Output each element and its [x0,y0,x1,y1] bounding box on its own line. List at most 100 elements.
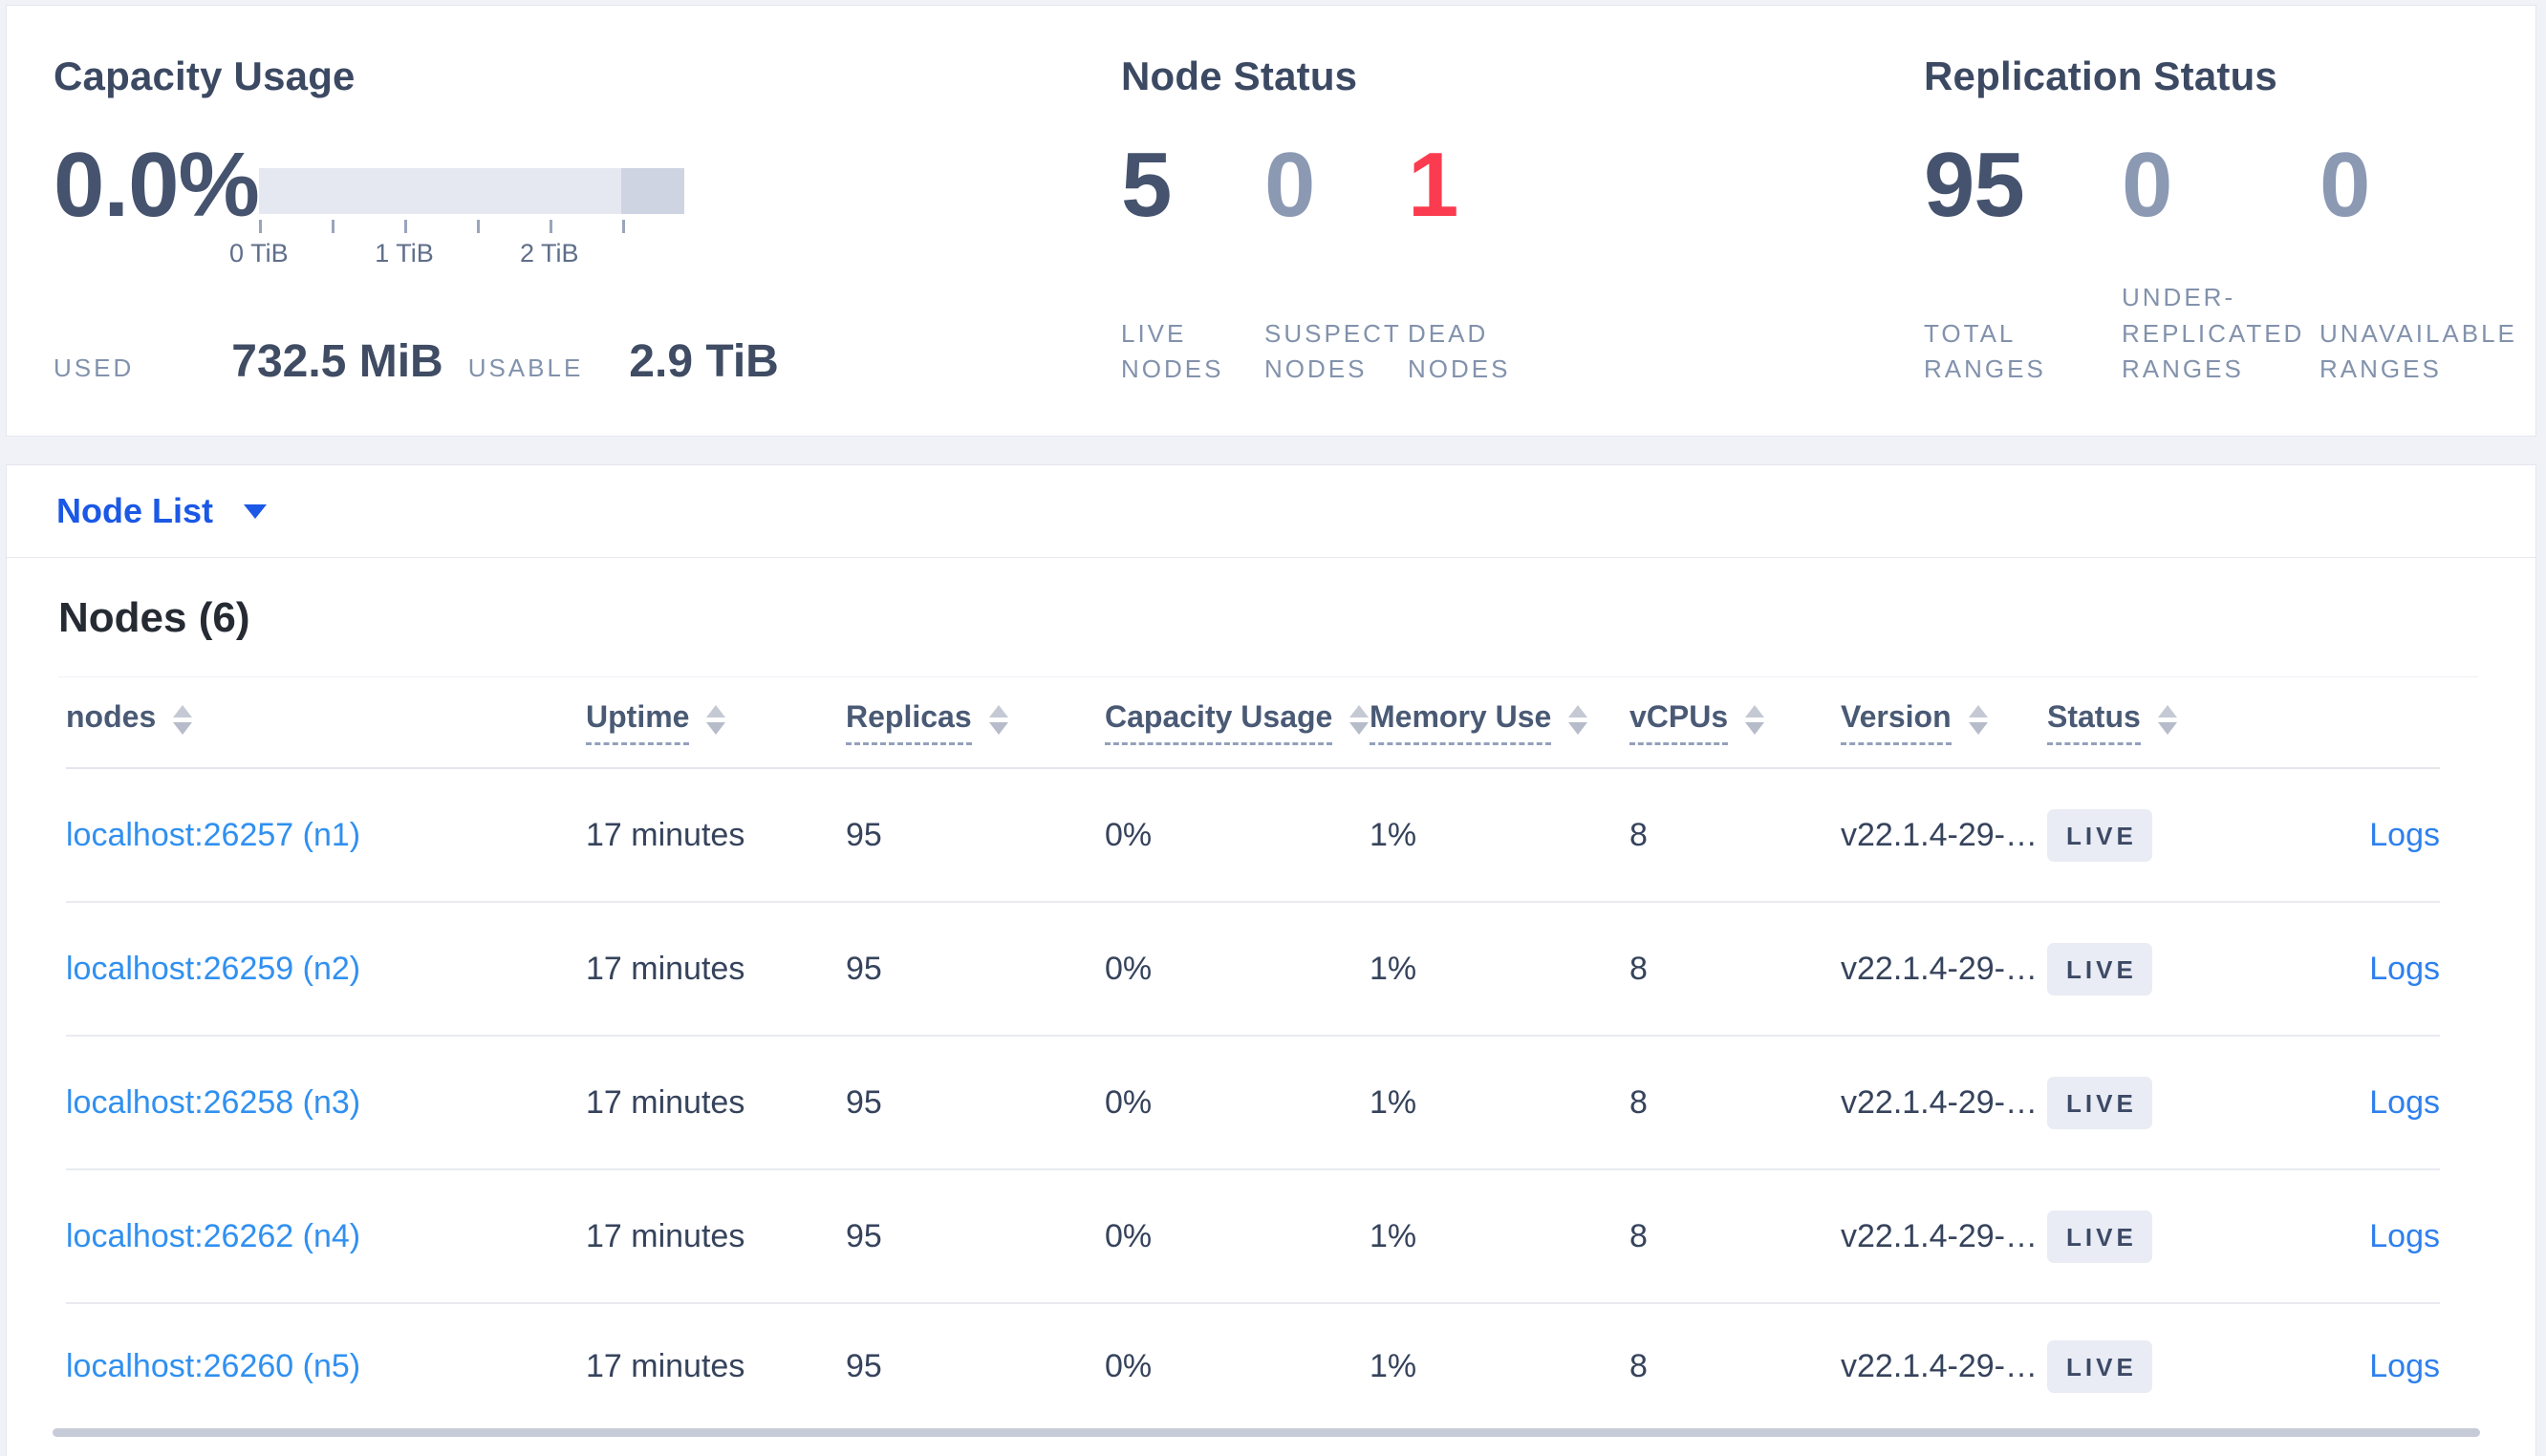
unavailable-ranges-stat: 0 UNAVAILABLE RANGES [2319,134,2517,388]
node-link[interactable]: localhost:26260 (n5) [66,1348,586,1385]
live-nodes-value: 5 [1121,134,1172,236]
version-cell: v22.1.4-29-g… [1841,1083,2047,1121]
live-nodes-stat: 5 LIVE NODES [1121,134,1264,388]
sort-icon [1968,704,1988,735]
dead-nodes-value: 1 [1408,134,1458,236]
live-nodes-label: LIVE NODES [1121,318,1224,384]
vcpus-cell: 8 [1629,816,1648,853]
capacity-usage-cell: 0% [1105,1217,1153,1254]
sort-icon [1349,704,1370,735]
uptime-cell: 17 minutes [586,950,745,987]
sort-icon [706,704,726,735]
total-ranges-value: 95 [1924,134,2025,236]
chevron-down-icon [244,503,268,519]
table-row: localhost:26259 (n2) 17 minutes 95 0% 1%… [66,903,2440,1037]
column-header-vcpus[interactable]: vCPUs [1629,699,1841,745]
logs-link[interactable]: Logs [2369,1218,2440,1255]
column-header-nodes[interactable]: nodes [66,699,586,745]
capacity-gauge-ticks [258,214,684,235]
status-badge: LIVE [2047,1076,2152,1129]
sort-icon [173,704,193,735]
vcpus-cell: 8 [1629,950,1648,987]
logs-link[interactable]: Logs [2369,951,2440,988]
node-list-dropdown[interactable]: Node List [7,465,2535,558]
node-link[interactable]: localhost:26258 (n3) [66,1084,586,1122]
uptime-cell: 17 minutes [586,816,745,853]
under-replicated-ranges-stat: 0 UNDER-REPLICATED RANGES [2122,134,2319,388]
total-ranges-label: TOTAL RANGES [1924,318,2046,384]
uptime-cell: 17 minutes [586,1217,745,1254]
column-header-version[interactable]: Version [1841,699,2047,745]
suspect-nodes-label: SUSPECT NODES [1264,318,1402,384]
nodes-table-section: Nodes (6) nodes Uptime Replicas Capacity… [7,558,2535,1437]
status-badge: LIVE [2047,1339,2152,1393]
table-row: localhost:26258 (n3) 17 minutes 95 0% 1%… [66,1037,2440,1170]
dead-nodes-stat: 1 DEAD NODES [1408,134,1551,388]
sort-icon [988,704,1008,735]
under-replicated-ranges-value: 0 [2122,134,2172,236]
cluster-overview-card: Capacity Usage 0.0% 0 TiB 1 TiB 2 TiB US… [6,5,2536,437]
logs-link[interactable]: Logs [2369,817,2440,854]
version-cell: v22.1.4-29-g… [1841,950,2047,987]
capacity-gauge-bar [258,168,684,214]
capacity-usage-title: Capacity Usage [54,54,356,98]
suspect-nodes-stat: 0 SUSPECT NODES [1264,134,1408,388]
replication-status-title: Replication Status [1924,54,2277,98]
capacity-gauge-axis-labels: 0 TiB 1 TiB 2 TiB [229,235,684,268]
column-header-uptime[interactable]: Uptime [586,699,846,745]
nodes-table-header-row: nodes Uptime Replicas Capacity Usage Mem… [66,677,2440,769]
logs-link[interactable]: Logs [2369,1084,2440,1122]
column-header-replicas[interactable]: Replicas [846,699,1105,745]
status-badge: LIVE [2047,1210,2152,1263]
sort-icon [2157,704,2177,735]
memory-use-cell: 1% [1370,1217,1417,1254]
node-link[interactable]: localhost:26262 (n4) [66,1218,586,1255]
replication-status-section: Replication Status 95 TOTAL RANGES 0 UND… [1924,54,2535,436]
capacity-usage-cell: 0% [1105,1347,1153,1384]
column-header-memory-use[interactable]: Memory Use [1370,699,1629,745]
version-cell: v22.1.4-29-g… [1841,1347,2047,1384]
node-list-dropdown-label: Node List [56,491,214,530]
logs-link[interactable]: Logs [2369,1348,2440,1385]
dead-nodes-label: DEAD NODES [1408,318,1511,384]
column-header-status[interactable]: Status [2047,699,2267,745]
capacity-usage-cell: 0% [1105,950,1153,987]
total-ranges-stat: 95 TOTAL RANGES [1924,134,2122,388]
node-status-title: Node Status [1121,54,1358,98]
nodes-table-title: Nodes (6) [58,594,250,641]
horizontal-scrollbar[interactable] [53,1428,2480,1437]
replicas-cell: 95 [846,950,882,987]
under-replicated-ranges-label: UNDER-REPLICATED RANGES [2122,282,2305,384]
memory-use-cell: 1% [1370,816,1417,853]
capacity-gauge-chart: 0 TiB 1 TiB 2 TiB [229,168,684,268]
capacity-usage-cell: 0% [1105,816,1153,853]
used-label: USED [54,353,135,382]
column-header-capacity-usage[interactable]: Capacity Usage [1105,699,1370,745]
table-row: localhost:26262 (n4) 17 minutes 95 0% 1%… [66,1170,2440,1304]
status-badge: LIVE [2047,942,2152,996]
status-badge: LIVE [2047,808,2152,862]
capacity-gauge-reserved-segment [621,168,684,214]
unavailable-ranges-label: UNAVAILABLE RANGES [2319,318,2517,384]
node-status-section: Node Status 5 LIVE NODES 0 SUSPECT NODES… [1121,54,1924,436]
replicas-cell: 95 [846,816,882,853]
usable-value: 2.9 TiB [629,336,779,387]
node-list-card: Node List Nodes (6) nodes Uptime Replica… [6,464,2536,1456]
unavailable-ranges-value: 0 [2319,134,2370,236]
axis-tick-label: 0 TiB [229,239,289,268]
uptime-cell: 17 minutes [586,1083,745,1121]
replicas-cell: 95 [846,1083,882,1121]
node-link[interactable]: localhost:26257 (n1) [66,817,586,854]
capacity-usage-cell: 0% [1105,1083,1153,1121]
version-cell: v22.1.4-29-g… [1841,1217,2047,1254]
memory-use-cell: 1% [1370,950,1417,987]
sort-icon [1568,704,1588,735]
capacity-usage-section: Capacity Usage 0.0% 0 TiB 1 TiB 2 TiB US… [54,54,1121,436]
table-row: localhost:26260 (n5) 17 minutes 95 0% 1%… [66,1304,2440,1428]
node-link[interactable]: localhost:26259 (n2) [66,951,586,988]
suspect-nodes-value: 0 [1264,134,1315,236]
vcpus-cell: 8 [1629,1217,1648,1254]
used-value: 732.5 MiB [231,336,443,387]
replicas-cell: 95 [846,1217,882,1254]
axis-tick-label: 1 TiB [375,239,434,268]
